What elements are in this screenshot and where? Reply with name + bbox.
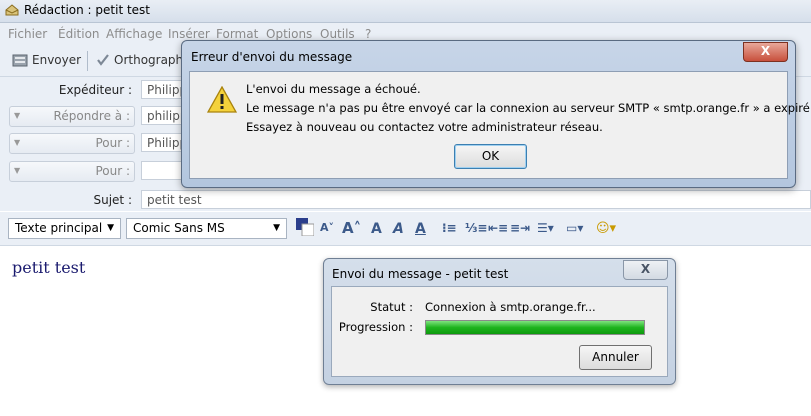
sending-progress-dialog: Envoi du message - petit test X Statut :… [323, 258, 676, 385]
progress-bar [425, 320, 645, 335]
chevron-down-icon: ▼ [273, 223, 280, 233]
close-icon: X [640, 262, 651, 276]
error-message-line-3: Essayez à nouveau ou contactez votre adm… [246, 120, 603, 134]
menu-edition[interactable]: Édition [58, 27, 100, 41]
menu-options[interactable]: Options [266, 27, 312, 41]
cancel-button-label: Annuler [592, 350, 639, 364]
insert-image-icon[interactable]: ▭▾ [566, 221, 583, 235]
error-dialog-content: L'envoi du message a échoué. Le message … [189, 71, 811, 179]
error-dialog-title: Erreur d'envoi du message [191, 50, 353, 64]
from-label: Expéditeur : [58, 83, 132, 97]
subject-label: Sujet : [93, 193, 132, 207]
send-button-label: Envoyer [32, 53, 82, 67]
italic-icon[interactable]: A [393, 221, 404, 237]
status-label: Statut : [370, 300, 413, 314]
status-value: Connexion à smtp.orange.fr... [425, 300, 596, 314]
menu-inserer[interactable]: Insérer [168, 27, 210, 41]
progress-bar-fill [426, 321, 644, 334]
menu-fichier[interactable]: Fichier [8, 27, 47, 41]
spellcheck-button-label: Orthographe [114, 53, 191, 67]
subject-field[interactable]: petit test [141, 190, 811, 209]
send-button[interactable]: Envoyer [12, 49, 81, 71]
to-label-1: Pour : [95, 136, 130, 150]
menu-outils[interactable]: Outils [320, 27, 355, 41]
reply-to-label: Répondre à : [53, 109, 130, 123]
progress-label: Progression : [338, 320, 413, 334]
ok-button[interactable]: OK [454, 144, 527, 169]
underline-icon[interactable]: A [415, 221, 426, 237]
send-error-dialog: Erreur d'envoi du message X L'envoi du m… [181, 40, 811, 188]
chevron-down-icon: ▼ [107, 223, 114, 233]
formatting-toolbar: Texte principal ▼ Comic Sans MS ▼ A˅ A˄ … [0, 212, 811, 246]
bold-icon[interactable]: A [371, 221, 382, 237]
sending-dialog-content: Statut : Connexion à smtp.orange.fr... P… [331, 286, 668, 377]
warning-icon [207, 86, 237, 113]
align-icon[interactable]: ☰▾ [537, 221, 554, 235]
error-message-line-1: L'envoi du message a échoué. [246, 82, 421, 96]
window-titlebar: Rédaction : petit test [0, 0, 811, 23]
to-type-selector-1[interactable]: ▼ Pour : [9, 133, 135, 154]
sending-dialog-close-button[interactable]: X [623, 260, 668, 280]
error-dialog-close-button[interactable]: X [743, 42, 788, 62]
cancel-button[interactable]: Annuler [579, 345, 652, 370]
menu-affichage[interactable]: Affichage [106, 27, 162, 41]
menu-format[interactable]: Format [216, 27, 258, 41]
font-value: Comic Sans MS [133, 221, 225, 235]
chevron-down-icon: ▼ [14, 111, 21, 120]
toolbar-separator [87, 51, 88, 71]
compose-app-icon [5, 4, 19, 16]
error-message-line-2: Le message n'a pas pu être envoyé car la… [246, 101, 811, 115]
numbered-list-icon[interactable]: ⅓≡ [465, 221, 487, 235]
smaller-font-icon[interactable]: A˅ [320, 221, 334, 234]
chevron-down-icon: ▼ [14, 138, 21, 147]
reply-to-type-selector[interactable]: ▼ Répondre à : [9, 106, 135, 127]
to-label-2: Pour : [95, 164, 130, 178]
smiley-icon[interactable]: ☺▾ [596, 221, 616, 236]
font-select[interactable]: Comic Sans MS ▼ [126, 218, 287, 239]
spellcheck-button[interactable]: Orthographe [96, 49, 191, 71]
checkmark-icon [97, 54, 109, 66]
larger-font-icon[interactable]: A˄ [342, 219, 361, 237]
chevron-down-icon: ▼ [14, 166, 21, 175]
to-type-selector-2[interactable]: ▼ Pour : [9, 161, 135, 182]
text-color-icon[interactable] [296, 218, 315, 240]
sending-dialog-title: Envoi du message - petit test [332, 267, 509, 281]
bullet-list-icon[interactable]: ⁝≡ [442, 221, 457, 235]
close-icon: X [760, 44, 771, 58]
message-body-text: petit test [12, 258, 86, 277]
window-title: Rédaction : petit test [24, 3, 151, 17]
menu-help[interactable]: ? [365, 27, 371, 41]
paragraph-style-select[interactable]: Texte principal ▼ [8, 218, 121, 239]
paragraph-style-value: Texte principal [15, 221, 103, 235]
ok-button-label: OK [481, 149, 500, 163]
outdent-icon[interactable]: ⇤≡ [488, 221, 508, 235]
send-icon [12, 54, 28, 67]
indent-icon[interactable]: ≡⇥ [510, 221, 530, 235]
